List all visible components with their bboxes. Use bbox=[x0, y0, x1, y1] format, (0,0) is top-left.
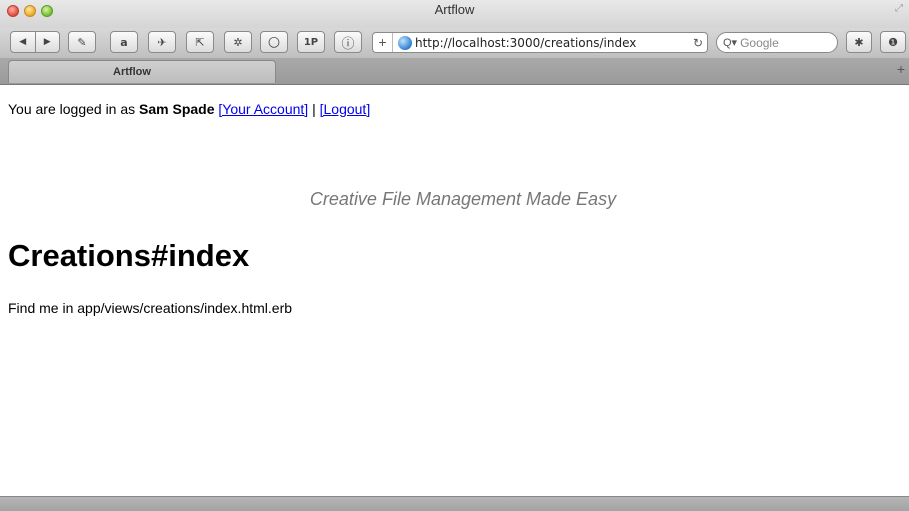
tab-bar: Artflow + bbox=[0, 58, 909, 85]
page-title: Creations#index bbox=[8, 238, 250, 273]
new-tab-button[interactable]: + bbox=[897, 61, 905, 77]
fullscreen-icon[interactable]: ⤢ bbox=[895, 3, 903, 14]
record-icon[interactable]: ○ bbox=[260, 31, 288, 53]
tab-artflow[interactable]: Artflow bbox=[8, 60, 276, 83]
globe-icon bbox=[398, 35, 412, 50]
reload-icon[interactable]: ↻ bbox=[689, 36, 707, 50]
window-title: Artflow bbox=[434, 2, 475, 17]
login-status: You are logged in as Sam Spade [Your Acc… bbox=[8, 101, 370, 117]
bug-icon[interactable]: ✲ bbox=[224, 31, 252, 53]
back-button[interactable]: ◀ bbox=[11, 32, 35, 52]
separator: | bbox=[308, 101, 320, 117]
resize-icon[interactable]: ⇱ bbox=[186, 31, 214, 53]
view-path-text: Find me in app/views/creations/index.htm… bbox=[8, 300, 293, 316]
user-name: Sam Spade bbox=[139, 101, 215, 117]
add-bookmark-button[interactable]: + bbox=[373, 33, 393, 52]
debug-icon[interactable]: ✱ bbox=[846, 31, 872, 53]
tab-label: Artflow bbox=[113, 66, 151, 78]
tweet-icon[interactable]: ✈ bbox=[148, 31, 176, 53]
forward-button[interactable]: ▶ bbox=[34, 32, 60, 52]
info-icon[interactable]: ⓘ bbox=[334, 31, 362, 53]
your-account-link[interactable]: [Your Account] bbox=[218, 101, 308, 117]
power-icon[interactable]: ❶ bbox=[880, 31, 906, 53]
evernote-icon[interactable]: ✎ bbox=[68, 31, 96, 53]
url-text[interactable]: http://localhost:3000/creations/index bbox=[415, 36, 689, 50]
title-bar: Artflow ⤢ bbox=[0, 0, 909, 31]
status-bar bbox=[0, 496, 909, 511]
back-forward-group: ◀ ▶ bbox=[10, 31, 60, 53]
search-icon[interactable]: Q▾ bbox=[723, 36, 737, 49]
logout-link[interactable]: [Logout] bbox=[320, 101, 371, 117]
search-input[interactable]: Q▾ Google bbox=[716, 32, 838, 53]
page-content: You are logged in as Sam Spade [Your Acc… bbox=[0, 86, 909, 496]
address-bar[interactable]: + http://localhost:3000/creations/index … bbox=[372, 32, 708, 53]
browser-toolbar: ◀ ▶ ✎ a ✈ ⇱ ✲ ○ 1P ⓘ + http://localhost:… bbox=[0, 28, 909, 58]
login-prefix: You are logged in as bbox=[8, 101, 140, 117]
amazon-icon[interactable]: a bbox=[110, 31, 138, 53]
onepassword-icon[interactable]: 1P bbox=[297, 31, 325, 53]
tagline: Creative File Management Made Easy bbox=[309, 189, 617, 209]
search-placeholder: Google bbox=[740, 35, 779, 50]
